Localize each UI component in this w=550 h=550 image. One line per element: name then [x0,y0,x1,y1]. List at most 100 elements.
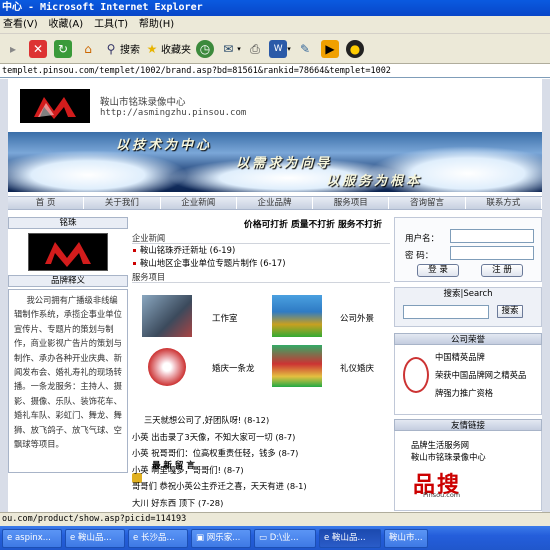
banner: 以技术为中心 以需求为向导 以服务为根本 [8,132,542,192]
favorites-button[interactable]: ★ 收藏夹 [143,37,191,61]
ceremony-photo[interactable] [272,345,322,387]
search-label: 搜索 [120,45,140,56]
messenger-button[interactable]: ✎ [294,37,316,61]
taskbar-item-label: 长沙品... [140,532,175,543]
service-label-studio[interactable]: 工作室 [212,312,238,324]
taskbar-item[interactable]: e 长沙品... [128,528,188,548]
message-text[interactable]: 小英 出击录了3天像，不知大家可一切 [132,432,273,442]
taskbar-item[interactable]: ▭ D:\业... [254,528,316,548]
banner-slogan-3: 以服务为根本 [326,174,423,189]
refresh-button[interactable]: ↻ [52,37,74,61]
message-text[interactable]: 三天就想公司了,好团队呀! [144,415,241,425]
brand-header: 铭珠 [8,217,128,229]
forward-arrow-icon: ▸ [9,41,17,56]
honor-line: 牌强力推广资格 [435,388,494,398]
honor-line: 荣获中国品牌网之精英品 [435,370,527,380]
home-icon: ⌂ [84,41,92,56]
favorites-label: 收藏夹 [161,45,191,56]
message-date: (8-7) [278,448,299,458]
taskbar-item-label: aspinx... [14,532,51,543]
message-text[interactable]: 小英 祝哥哥们：位高权重责任轻，钱多 [132,448,276,458]
history-icon: ◷ [196,39,214,58]
menu-tools[interactable]: 工具(T) [94,19,128,30]
service-label-ceremony[interactable]: 礼仪婚庆 [340,362,374,374]
logo-mark-icon [34,97,76,119]
message-item[interactable]: 小英 祝哥哥们：位高权重责任轻，钱多 (8-7) [132,445,390,462]
register-button[interactable]: 注 册 [481,264,523,277]
username-input[interactable] [450,229,534,243]
taskbar-item[interactable]: 鞍山市... [384,528,428,548]
search-button[interactable]: ⚲ 搜索 [102,37,140,61]
intro-header: 品牌释义 [8,275,128,287]
seal-icon [403,357,429,393]
password-label: 密 码： [405,251,434,261]
qq-button[interactable]: ● [344,37,366,61]
exterior-photo[interactable] [272,295,322,337]
message-date: (8-7) [275,431,296,442]
media-button[interactable]: ▶ [319,37,341,61]
message-item[interactable]: 大川 好东西 顶下 (7-28) [132,495,390,512]
nav-contact[interactable]: 联系方式 [466,197,542,209]
message-item[interactable]: 小英 啊里嘎多，哥哥们! (8-7) [132,462,390,479]
news-title[interactable]: 鞍山铭珠乔迁新址 [140,245,207,255]
nav-home[interactable]: 首 页 [8,197,85,209]
print-icon: ⎙ [250,41,260,56]
message-item[interactable]: 三天就想公司了,好团队呀! (8-12) [132,412,390,429]
edit-button[interactable]: W ▾ [269,37,291,61]
taskbar-item[interactable]: e aspinx... [2,528,62,548]
site-nav: 首 页 关于我们 企业新闻 企业品牌 服务项目 咨询留言 联系方式 [8,196,542,210]
message-text[interactable]: 大川 好东西 顶下 [132,498,195,508]
link-item[interactable]: 品牌生活服务网 [411,439,469,451]
site-url[interactable]: http://asmingzhu.pinsou.com [100,108,246,118]
menu-help[interactable]: 帮助(H) [139,19,174,30]
news-title[interactable]: 鞍山地区企事业单位专题片制作 [140,258,257,268]
address-bar[interactable]: templet.pinsou.com/templet/1002/brand.as… [0,64,550,78]
nav-services[interactable]: 服务项目 [313,197,390,209]
disc-photo[interactable] [142,345,192,387]
message-text[interactable]: 小英 啊里嘎多，哥哥们! [132,465,221,475]
service-label-wedding-package[interactable]: 婚庆一条龙 [212,362,255,374]
services-header: 服务项目 [132,271,390,283]
taskbar-item[interactable]: e 鞍山品... [65,528,125,548]
message-text[interactable]: 哥哥们 恭祝小英公主乔迁之喜，天天有进 [132,481,284,491]
nav-about[interactable]: 关于我们 [84,197,161,209]
intro-text: 我公司拥有广播级非线编辑制作系统，承揽企事业单位宣传片、专题片的策划与制作，商业… [8,289,128,473]
nav-guestbook[interactable]: 咨询留言 [389,197,466,209]
news-date: (6-19) [209,245,236,255]
taskbar-item-active[interactable]: e 鞍山品... [319,528,381,548]
logo-mark-icon [45,242,91,267]
status-bar: ou.com/product/show.asp?picid=114193 [0,512,550,526]
slogan-headline: 价格可打折 质量不打折 服务不打折 [243,220,382,230]
nav-news[interactable]: 企业新闻 [161,197,237,209]
home-button[interactable]: ⌂ [77,37,99,61]
studio-photo[interactable] [142,295,192,337]
print-button[interactable]: ⎙ [244,37,266,61]
message-item[interactable]: 哥哥们 恭祝小英公主乔迁之喜，天天有进 (8-1) [132,478,390,495]
nav-brand[interactable]: 企业品牌 [237,197,314,209]
news-item[interactable]: 鞍山地区企事业单位专题片制作 (6-17) [132,257,390,270]
site-search-button[interactable]: 搜索 [497,305,523,318]
menu-view[interactable]: 查看(V) [3,19,38,30]
forward-button[interactable]: ▸ [2,37,24,61]
menu-favorites[interactable]: 收藏(A) [49,19,84,30]
links-box: 品牌生活服务网 鞍山市铭珠录像中心 品搜 Pinsou.com [394,431,542,511]
mail-button[interactable]: ✉ ▾ [219,37,241,61]
taskbar-item[interactable]: ▣ 网乐家... [191,528,251,548]
link-item[interactable]: 鞍山市铭珠录像中心 [411,451,486,463]
service-label-exterior[interactable]: 公司外景 [340,312,374,324]
app-icon: ▣ [196,532,207,543]
banner-slogan-1: 以技术为中心 [116,138,213,153]
taskbar-item-label: 鞍山品... [77,532,112,543]
site-search-input[interactable] [403,305,489,319]
taskbar-item-label: 网乐家... [206,532,241,543]
news-item[interactable]: 鞍山铭珠乔迁新址 (6-19) [132,244,390,257]
stop-button[interactable]: ✕ [27,37,49,61]
taskbar-item-label: 鞍山市... [389,532,423,543]
history-button[interactable]: ◷ [194,37,216,61]
pinsou-logo[interactable]: 品搜 Pinsou.com [413,467,513,499]
message-item[interactable]: 小英 出击录了3天像，不知大家可一切 (8-7) [132,429,390,446]
login-button[interactable]: 登 录 [417,264,459,277]
disc-icon [148,348,186,386]
login-box: 用户名： 密 码： 登 录 注 册 [394,217,542,282]
password-input[interactable] [450,246,534,260]
